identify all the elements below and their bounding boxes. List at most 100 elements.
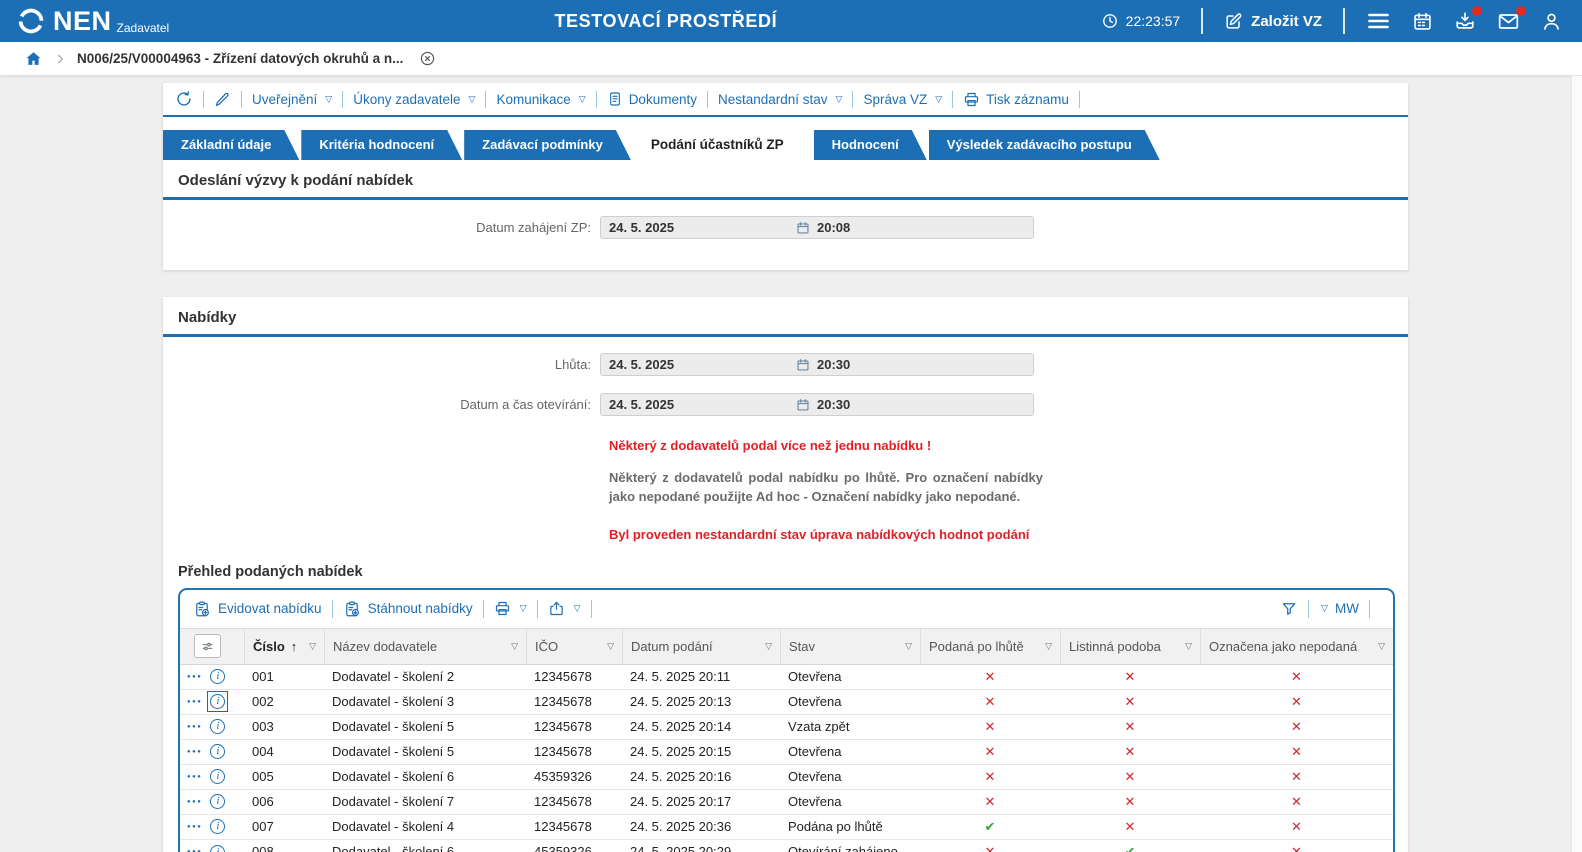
start-date-value: 24. 5. 2025 <box>609 220 796 235</box>
column-filter-icon[interactable]: ▽ <box>1372 641 1385 652</box>
column-filter-icon[interactable]: ▽ <box>601 641 614 652</box>
close-record-tab-icon[interactable] <box>419 50 436 67</box>
cell-ico: 12345678 <box>526 690 622 714</box>
column-filter-icon[interactable]: ▽ <box>303 641 316 652</box>
toolbar-divider <box>537 600 538 618</box>
calendar-icon[interactable] <box>796 398 810 412</box>
chevron-down-icon: ▽ <box>579 94 586 105</box>
cell-num: 002 <box>244 690 324 714</box>
column-header-date[interactable]: Datum podání▽ <box>622 629 780 664</box>
row-info-icon[interactable]: i <box>207 816 228 837</box>
mw-view-button[interactable]: ▽ MW <box>1319 601 1359 616</box>
scrollbar[interactable] <box>1571 76 1582 852</box>
table-row[interactable]: ●●●i005Dodavatel - školení 64535932624. … <box>180 765 1393 790</box>
row-menu-icon[interactable]: ●●● <box>187 674 202 680</box>
user-icon[interactable] <box>1541 11 1562 32</box>
downloads-tray-icon[interactable] <box>1454 10 1476 32</box>
column-header-name[interactable]: Název dodavatele▽ <box>324 629 526 664</box>
calendar-icon[interactable] <box>1412 11 1433 32</box>
column-header-ico[interactable]: IČO▽ <box>526 629 622 664</box>
row-actions-cell: ●●● i <box>180 765 244 789</box>
column-header-status[interactable]: Stav▽ <box>780 629 920 664</box>
tab-6[interactable]: Výsledek zadávacího postupu <box>929 130 1160 160</box>
section-gap <box>163 270 1408 297</box>
table-row[interactable]: ●●●i006Dodavatel - školení 71234567824. … <box>180 790 1393 815</box>
row-menu-icon[interactable]: ●●● <box>187 824 202 830</box>
row-menu-icon[interactable]: ●●● <box>187 749 202 755</box>
cell-status: Podána po lhůtě <box>780 815 920 839</box>
menu-hamburger-icon[interactable] <box>1366 11 1391 31</box>
column-header-unmarked[interactable]: Označena jako nepodaná▽ <box>1200 629 1393 664</box>
header-actions: 22:23:57 Založit VZ <box>1101 8 1582 34</box>
calendar-icon[interactable] <box>796 221 810 235</box>
bids-form: Lhůta: 24. 5. 2025 20:30 Datum a čas ote… <box>163 337 1408 542</box>
mail-icon[interactable] <box>1497 10 1520 33</box>
table-row[interactable]: ●●●i002Dodavatel - školení 31234567824. … <box>180 690 1393 715</box>
register-bid-button[interactable]: Evidovat nabídku <box>193 600 322 618</box>
toolbar-divider <box>952 91 953 108</box>
section-title-bids: Nabídky <box>163 297 1408 334</box>
button-label: MW <box>1335 601 1359 616</box>
column-header-num[interactable]: Číslo↑▽ <box>244 629 324 664</box>
row-menu-icon[interactable]: ●●● <box>187 699 202 705</box>
edit-button[interactable] <box>214 91 231 108</box>
menu-komunikace[interactable]: Komunikace ▽ <box>496 92 585 107</box>
cross-icon: ✕ <box>1291 769 1302 784</box>
table-row[interactable]: ●●●i003Dodavatel - školení 51234567824. … <box>180 715 1393 740</box>
home-icon[interactable] <box>24 50 43 68</box>
cell-ico: 12345678 <box>526 715 622 739</box>
row-menu-icon[interactable]: ●●● <box>187 774 202 780</box>
export-table-button[interactable]: ▽ <box>548 600 581 617</box>
edit-square-icon <box>1224 12 1243 31</box>
row-info-icon[interactable]: i <box>207 842 228 852</box>
invite-form: Datum zahájení ZP: 24. 5. 2025 20:08 <box>163 200 1408 239</box>
create-vz-button[interactable]: Založit VZ <box>1224 12 1322 31</box>
tab-2[interactable]: Kritéria hodnocení <box>301 130 462 160</box>
row-info-icon[interactable]: i <box>207 716 228 737</box>
cross-icon: ✕ <box>985 669 996 684</box>
table-row[interactable]: ●●●i001Dodavatel - školení 21234567824. … <box>180 665 1393 690</box>
menu-dokumenty[interactable]: Dokumenty <box>607 91 697 107</box>
row-info-icon[interactable]: i <box>207 741 228 762</box>
history-button[interactable] <box>175 90 193 108</box>
column-filter-icon[interactable]: ▽ <box>759 641 772 652</box>
breadcrumb-record-tab[interactable]: N006/25/V00004963 - Zřízení datových okr… <box>77 51 403 66</box>
column-filter-icon[interactable]: ▽ <box>899 641 912 652</box>
filter-button[interactable] <box>1280 600 1298 618</box>
toolbar-divider <box>1308 600 1309 618</box>
row-info-icon[interactable]: i <box>207 791 228 812</box>
row-menu-icon[interactable]: ●●● <box>187 799 202 805</box>
menu-uverejneni[interactable]: Uveřejnění ▽ <box>252 92 332 107</box>
opening-field[interactable]: 24. 5. 2025 20:30 <box>600 393 1034 416</box>
column-settings-icon[interactable] <box>194 634 221 658</box>
menu-ukony-zadavatele[interactable]: Úkony zadavatele ▽ <box>353 92 475 107</box>
deadline-field[interactable]: 24. 5. 2025 20:30 <box>600 353 1034 376</box>
column-filter-icon[interactable]: ▽ <box>505 641 518 652</box>
table-row[interactable]: ●●●i007Dodavatel - školení 41234567824. … <box>180 815 1393 840</box>
table-row[interactable]: ●●●i004Dodavatel - školení 51234567824. … <box>180 740 1393 765</box>
tab-4[interactable]: Podání účastníků ZP <box>633 130 812 160</box>
calendar-icon[interactable] <box>796 358 810 372</box>
cell-name: Dodavatel - školení 5 <box>324 740 526 764</box>
menu-nestandardni-stav[interactable]: Nestandardní stav ▽ <box>718 92 842 107</box>
table-row[interactable]: ●●●i008Dodavatel - školení 64535932624. … <box>180 840 1393 852</box>
menu-sprava-vz[interactable]: Správa VZ ▽ <box>863 92 942 107</box>
cell-ico: 45359326 <box>526 840 622 852</box>
download-bids-button[interactable]: Stáhnout nabídky <box>343 600 473 618</box>
cross-icon: ✕ <box>985 769 996 784</box>
row-info-icon[interactable]: i <box>207 766 228 787</box>
start-date-field[interactable]: 24. 5. 2025 20:08 <box>600 216 1034 239</box>
tab-1[interactable]: Základní údaje <box>163 130 299 160</box>
tab-3[interactable]: Zadávací podmínky <box>464 130 631 160</box>
column-filter-icon[interactable]: ▽ <box>1039 641 1052 652</box>
column-header-late[interactable]: Podaná po lhůtě▽ <box>920 629 1060 664</box>
cell-unmarked: ✕ <box>1200 715 1393 739</box>
row-info-icon-highlighted[interactable]: i <box>207 691 228 712</box>
row-info-icon[interactable]: i <box>207 666 228 687</box>
print-table-button[interactable]: ▽ <box>494 600 527 617</box>
column-header-paper[interactable]: Listinná podoba▽ <box>1060 629 1200 664</box>
tab-5[interactable]: Hodnocení <box>814 130 927 160</box>
row-menu-icon[interactable]: ●●● <box>187 724 202 730</box>
menu-tisk-zaznamu[interactable]: Tisk záznamu <box>963 91 1069 108</box>
column-filter-icon[interactable]: ▽ <box>1179 641 1192 652</box>
